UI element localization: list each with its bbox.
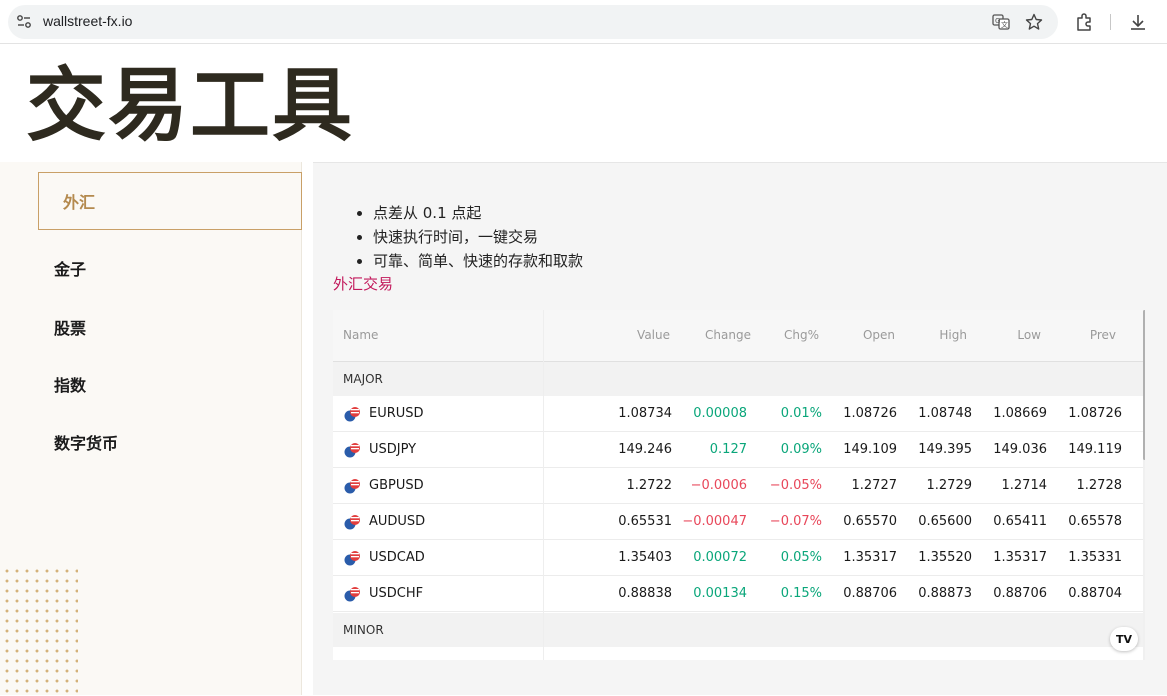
currency-flag-icon <box>344 515 360 530</box>
prev-cell: 1.08726 <box>1068 406 1122 421</box>
scrollbar-thumb[interactable] <box>1143 310 1145 460</box>
symbol-cell[interactable]: USDCHF <box>369 586 423 601</box>
symbol-cell[interactable]: EURUSD <box>369 406 424 421</box>
bookmark-star-icon[interactable] <box>1025 13 1043 31</box>
open-cell: 0.65570 <box>843 514 897 529</box>
low-cell: 0.88706 <box>993 586 1047 601</box>
download-icon[interactable] <box>1128 12 1148 32</box>
symbol-cell[interactable]: USDCAD <box>369 550 425 565</box>
forex-trading-link[interactable]: 外汇交易 <box>333 273 393 294</box>
low-cell: 149.036 <box>993 442 1047 457</box>
page-title: 交易工具 <box>26 59 354 152</box>
group-header-major: MAJOR <box>333 362 1143 396</box>
currency-flag-icon <box>344 407 360 422</box>
chg-pct-cell: −0.07% <box>769 514 822 529</box>
currency-flag-icon <box>344 551 360 566</box>
high-cell: 0.88873 <box>918 586 972 601</box>
symbol-cell[interactable]: AUDUSD <box>369 514 425 529</box>
open-cell: 0.88706 <box>843 586 897 601</box>
column-header-chg-pct[interactable]: Chg% <box>739 328 819 342</box>
sidebar-item-gold[interactable]: 金子 <box>38 239 302 297</box>
symbol-cell[interactable]: USDJPY <box>369 442 416 457</box>
forex-content-panel: 点差从 0.1 点起 快速执行时间，一键交易 可靠、简单、快速的存款和取款 外汇… <box>313 162 1167 695</box>
svg-text:文: 文 <box>1001 20 1008 29</box>
feature-list: 点差从 0.1 点起 快速执行时间，一键交易 可靠、简单、快速的存款和取款 <box>373 201 583 273</box>
low-cell: 1.35317 <box>993 550 1047 565</box>
prev-cell: 149.119 <box>1068 442 1122 457</box>
name-column-divider <box>543 310 544 660</box>
prev-cell: 0.88704 <box>1068 586 1122 601</box>
sidebar-item-crypto[interactable]: 数字货币 <box>38 413 302 471</box>
low-cell: 0.65411 <box>993 514 1047 529</box>
value-cell: 0.65531 <box>618 514 672 529</box>
high-cell: 0.65600 <box>918 514 972 529</box>
prev-cell: 1.35331 <box>1068 550 1122 565</box>
address-bar[interactable]: wallstreet-fx.io G 文 <box>8 5 1058 39</box>
extensions-icon[interactable] <box>1074 12 1094 32</box>
translate-icon[interactable]: G 文 <box>992 13 1010 31</box>
toolbar-divider <box>1110 14 1111 30</box>
change-cell: −0.0006 <box>690 478 747 493</box>
change-cell: 0.00008 <box>693 406 747 421</box>
symbol-cell[interactable]: GBPUSD <box>369 478 424 493</box>
change-cell: 0.00072 <box>693 550 747 565</box>
feature-item: 快速执行时间，一键交易 <box>373 225 583 249</box>
currency-flag-icon <box>344 479 360 494</box>
prev-cell: 0.65578 <box>1068 514 1122 529</box>
table-row[interactable]: USDJPY 149.246 0.127 0.09% 149.109 149.395 149… <box>333 432 1143 468</box>
column-header-low[interactable]: Low <box>961 328 1041 342</box>
table-row[interactable]: GBPUSD 1.2722 −0.0006 −0.05% 1.2727 1.2729 1.2… <box>333 468 1143 504</box>
column-header-value[interactable]: Value <box>590 328 670 342</box>
svg-text:G: G <box>995 17 1000 25</box>
table-row[interactable]: EURUSD 1.08734 0.00008 0.01% 1.08726 1.08748 1… <box>333 396 1143 432</box>
high-cell: 1.35520 <box>918 550 972 565</box>
low-cell: 1.08669 <box>993 406 1047 421</box>
chg-pct-cell: 0.05% <box>780 550 822 565</box>
chg-pct-cell: 0.15% <box>780 586 822 601</box>
column-header-open[interactable]: Open <box>815 328 895 342</box>
chg-pct-cell: −0.05% <box>769 478 822 493</box>
table-header: Name Value Change Chg% Open High Low Pre… <box>333 310 1143 362</box>
value-cell: 149.246 <box>618 442 672 457</box>
column-header-prev[interactable]: Prev <box>1036 328 1116 342</box>
sidebar-item-stocks[interactable]: 股票 <box>38 298 302 356</box>
tradingview-logo-icon[interactable]: TV <box>1110 627 1138 651</box>
value-cell: 1.08734 <box>618 406 672 421</box>
site-info-icon[interactable] <box>16 14 32 30</box>
prev-cell: 1.2728 <box>1076 478 1123 493</box>
low-cell: 1.2714 <box>1001 478 1048 493</box>
table-row[interactable]: USDCAD 1.35403 0.00072 0.05% 1.35317 1.35520 1… <box>333 540 1143 576</box>
high-cell: 1.08748 <box>918 406 972 421</box>
group-header-minor: MINOR <box>333 613 1143 647</box>
chg-pct-cell: 0.01% <box>780 406 822 421</box>
chg-pct-cell: 0.09% <box>780 442 822 457</box>
feature-item: 点差从 0.1 点起 <box>373 201 583 225</box>
change-cell: −0.00047 <box>682 514 747 529</box>
url-text[interactable]: wallstreet-fx.io <box>43 13 132 29</box>
open-cell: 1.2727 <box>851 478 898 493</box>
value-cell: 1.35403 <box>618 550 672 565</box>
market-quotes-widget: Name Value Change Chg% Open High Low Pre… <box>333 310 1145 660</box>
open-cell: 149.109 <box>843 442 897 457</box>
column-header-high[interactable]: High <box>887 328 967 342</box>
value-cell: 1.2722 <box>626 478 673 493</box>
sidebar-item-indices[interactable]: 指数 <box>38 355 302 413</box>
currency-flag-icon <box>344 587 360 602</box>
table-row[interactable]: AUDUSD 0.65531 −0.00047 −0.07% 0.65570 0.6560… <box>333 504 1143 540</box>
high-cell: 149.395 <box>918 442 972 457</box>
sidebar-item-forex[interactable]: 外汇 <box>38 172 302 230</box>
value-cell: 0.88838 <box>618 586 672 601</box>
instrument-sidebar: 外汇 金子 股票 指数 数字货币 <box>0 162 302 696</box>
table-row[interactable]: USDCHF 0.88838 0.00134 0.15% 0.88706 0.88873 0… <box>333 576 1143 612</box>
open-cell: 1.08726 <box>843 406 897 421</box>
currency-flag-icon <box>344 443 360 458</box>
column-header-name[interactable]: Name <box>343 328 378 342</box>
change-cell: 0.00134 <box>693 586 747 601</box>
feature-item: 可靠、简单、快速的存款和取款 <box>373 249 583 273</box>
open-cell: 1.35317 <box>843 550 897 565</box>
change-cell: 0.127 <box>709 442 747 457</box>
high-cell: 1.2729 <box>926 478 973 493</box>
decorative-dot-pattern <box>2 566 78 696</box>
browser-toolbar: wallstreet-fx.io G 文 <box>0 0 1167 44</box>
